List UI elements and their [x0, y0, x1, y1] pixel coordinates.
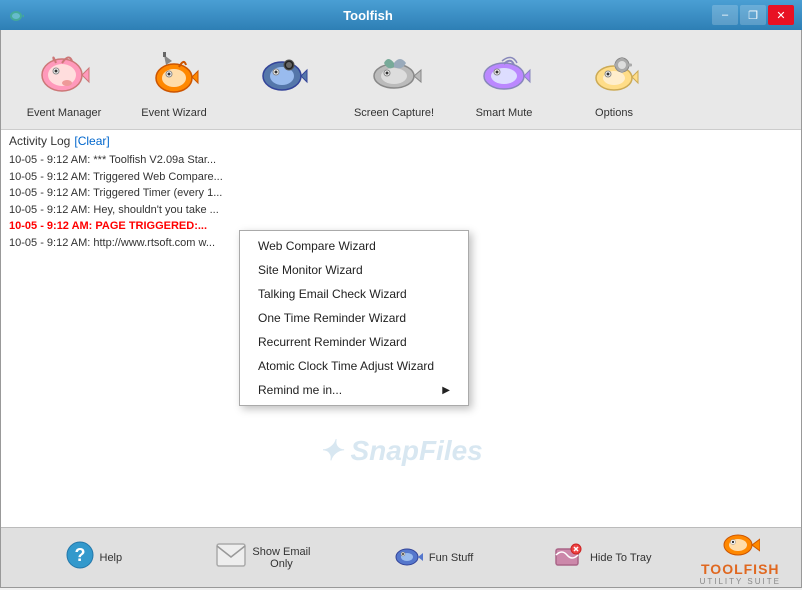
event-wizard-label: Event Wizard — [141, 107, 206, 119]
menu-one-time[interactable]: One Time Reminder Wizard — [240, 306, 468, 330]
window-body: Event Manager Event Wizard — [0, 30, 802, 588]
window-title: Toolfish — [24, 8, 712, 23]
toolbar-options[interactable]: Options — [559, 37, 669, 123]
bottom-bar: ? Help Show EmailOnly — [1, 527, 801, 587]
show-email-button[interactable]: Show EmailOnly — [179, 539, 349, 577]
activity-header: Activity Log [Clear] — [9, 134, 793, 148]
screen-capture-label: Screen Capture! — [354, 107, 434, 119]
svg-text:?: ? — [74, 545, 85, 565]
smart-mute-label: Smart Mute — [476, 107, 533, 119]
logo-main-text: TOOLFISH — [701, 561, 780, 577]
menu-site-monitor[interactable]: Site Monitor Wizard — [240, 258, 468, 282]
toolbar: Event Manager Event Wizard — [1, 30, 801, 130]
log-line: 10-05 - 9:12 AM: Hey, shouldn't you take… — [9, 202, 793, 219]
event-manager-icon — [32, 41, 96, 105]
toolbar-screen-capture[interactable]: Screen Capture! — [339, 37, 449, 123]
fun-stuff-label: Fun Stuff — [429, 552, 473, 564]
close-button[interactable]: ✕ — [768, 5, 794, 25]
menu-web-compare[interactable]: Web Compare Wizard — [240, 234, 468, 258]
log-line: 10-05 - 9:12 AM: Triggered Web Compare..… — [9, 169, 793, 186]
options-icon — [582, 41, 646, 105]
help-label: Help — [100, 552, 123, 564]
menu-talking-email[interactable]: Talking Email Check Wizard — [240, 282, 468, 306]
logo-fish-icon — [720, 529, 760, 561]
window-controls: – ❐ ✕ — [712, 5, 794, 25]
minimize-button[interactable]: – — [712, 5, 738, 25]
log-line: 10-05 - 9:12 AM: *** Toolfish V2.09a Sta… — [9, 152, 793, 169]
keyboard-icon — [252, 41, 316, 105]
clear-link[interactable]: [Clear] — [74, 134, 109, 148]
event-wizard-icon — [142, 41, 206, 105]
title-bar: Toolfish – ❐ ✕ — [0, 0, 802, 30]
content-area: Activity Log [Clear] 10-05 - 9:12 AM: **… — [1, 130, 801, 527]
hide-tray-icon — [554, 541, 584, 575]
menu-atomic-clock[interactable]: Atomic Clock Time Adjust Wizard — [240, 354, 468, 378]
toolbar-keyboard[interactable]: Keyboard — [229, 37, 339, 123]
screen-capture-icon — [362, 41, 426, 105]
event-manager-label: Event Manager — [27, 107, 102, 119]
toolbar-event-wizard[interactable]: Event Wizard — [119, 37, 229, 123]
log-line: 10-05 - 9:12 AM: Triggered Timer (every … — [9, 185, 793, 202]
hide-to-tray-button[interactable]: Hide To Tray — [518, 537, 688, 579]
help-icon: ? — [66, 541, 94, 575]
activity-label: Activity Log — [9, 134, 70, 148]
toolbar-event-manager[interactable]: Event Manager — [9, 37, 119, 123]
restore-button[interactable]: ❐ — [740, 5, 766, 25]
help-button[interactable]: ? Help — [9, 537, 179, 579]
hide-to-tray-label: Hide To Tray — [590, 552, 652, 564]
menu-remind-me[interactable]: Remind me in... ▶ — [240, 378, 468, 402]
options-label: Options — [595, 107, 633, 119]
email-icon — [216, 543, 246, 573]
logo-sub-text: UTILITY SUITE — [700, 577, 781, 586]
smart-mute-icon — [472, 41, 536, 105]
menu-remind-me-label: Remind me in... — [258, 383, 342, 397]
menu-recurrent[interactable]: Recurrent Reminder Wizard — [240, 330, 468, 354]
toolbar-smart-mute[interactable]: Smart Mute — [449, 37, 559, 123]
fun-stuff-button[interactable]: Fun Stuff — [348, 537, 518, 579]
app-icon — [8, 7, 24, 23]
context-menu: Web Compare Wizard Site Monitor Wizard T… — [239, 230, 469, 406]
show-email-label: Show EmailOnly — [252, 546, 310, 570]
fun-stuff-icon — [393, 541, 423, 575]
toolfish-logo: TOOLFISH UTILITY SUITE — [688, 525, 793, 590]
submenu-arrow-icon: ▶ — [442, 385, 450, 396]
